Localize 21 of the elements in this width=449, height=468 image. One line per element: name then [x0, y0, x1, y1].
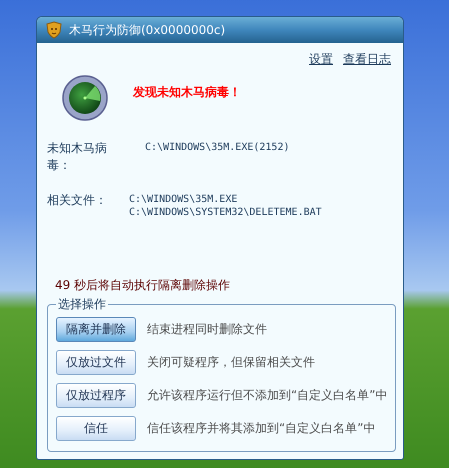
action-button[interactable]: 仅放过程序	[56, 383, 136, 408]
toolbar-link[interactable]: 查看日志	[343, 51, 391, 68]
detail-label: 相关文件：	[47, 192, 108, 209]
detail-label: 未知木马病毒：	[47, 140, 108, 174]
toolbar-link[interactable]: 设置	[309, 51, 333, 68]
action-description: 关闭可疑程序，但保留相关文件	[147, 354, 315, 371]
shield-icon	[45, 21, 63, 39]
action-button[interactable]: 仅放过文件	[56, 350, 136, 375]
action-button[interactable]: 信任	[56, 416, 136, 441]
file-path: C:\WINDOWS\SYSTEM32\DELETEME.BAT	[129, 206, 322, 219]
file-path: C:\WINDOWS\35M.EXE	[129, 193, 238, 206]
alert-message: 发现未知木马病毒！	[133, 84, 241, 100]
action-description: 允许该程序运行但不添加到“自定义白名单”中	[147, 387, 388, 404]
action-button[interactable]: 隔离并删除	[56, 317, 136, 342]
window-title: 木马行为防御(0x0000000c)	[69, 22, 226, 38]
action-description: 结束进程同时删除文件	[147, 321, 267, 338]
group-title: 选择操作	[57, 296, 107, 313]
action-description: 信任该程序并将其添加到“自定义白名单”中	[147, 420, 376, 437]
countdown-message: 49 秒后将自动执行隔离删除操作	[54, 277, 232, 294]
file-path: C:\WINDOWS\35M.EXE(2152)	[145, 141, 290, 154]
radar-icon	[61, 74, 109, 122]
